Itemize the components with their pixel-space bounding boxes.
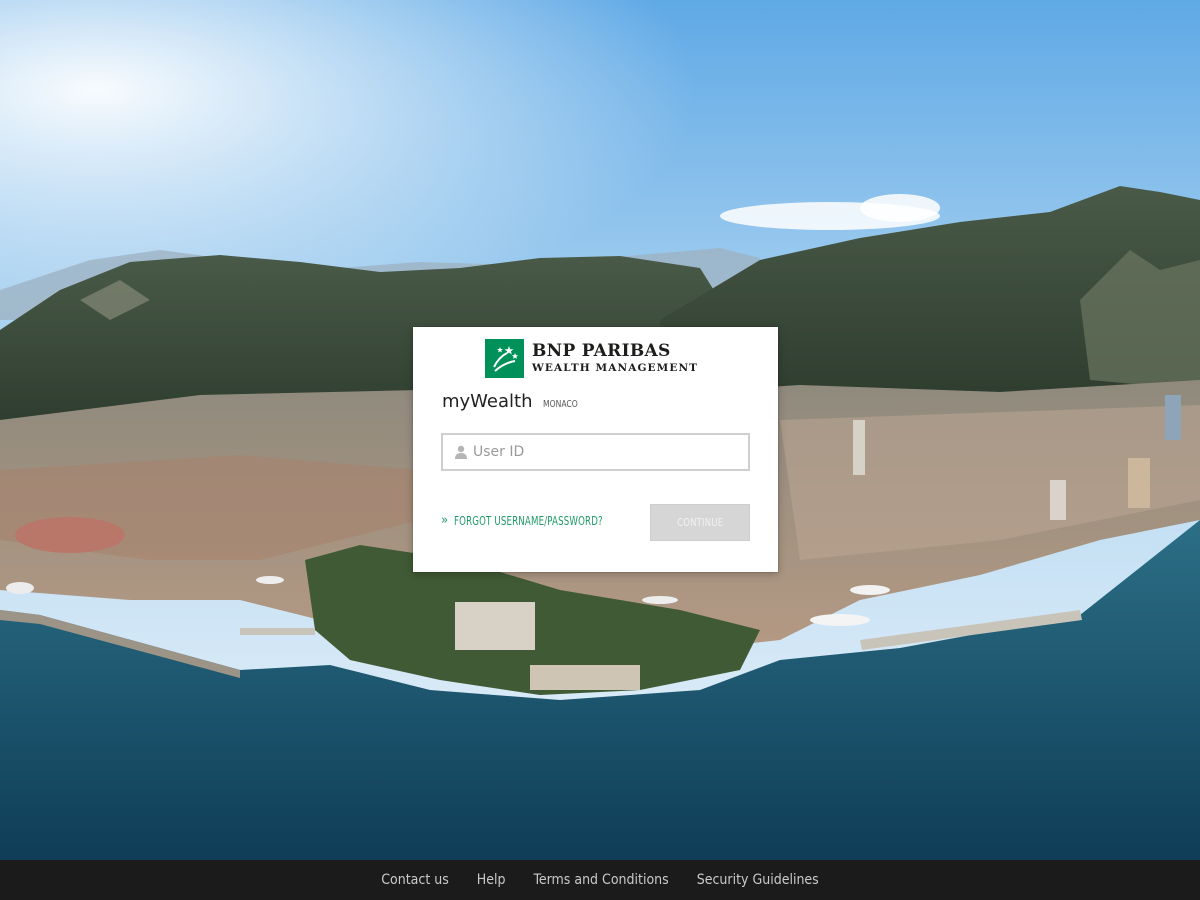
footer: Contact us Help Terms and Conditions Sec… [0, 860, 1200, 900]
footer-link-help[interactable]: Help [477, 872, 506, 888]
login-card: BNP PARIBAS WEALTH MANAGEMENT myWealth M… [413, 327, 778, 572]
forgot-link-label: FORGOT USERNAME/PASSWORD? [454, 513, 604, 528]
app-title: myWealth MONACO [442, 391, 583, 412]
logo-text: BNP PARIBAS WEALTH MANAGEMENT [532, 340, 699, 374]
bnp-paribas-logo: BNP PARIBAS WEALTH MANAGEMENT [485, 338, 698, 378]
footer-link-security-guidelines[interactable]: Security Guidelines [697, 872, 819, 888]
userid-field[interactable] [441, 433, 750, 471]
page: BNP PARIBAS WEALTH MANAGEMENT myWealth M… [0, 0, 1200, 900]
continue-button-label: CONTINUE [676, 516, 724, 529]
user-icon [455, 445, 467, 459]
app-name: myWealth [442, 391, 533, 412]
app-region: MONACO [542, 399, 578, 410]
forgot-username-password-link[interactable]: » FORGOT USERNAME/PASSWORD? [441, 513, 640, 528]
userid-input[interactable] [473, 437, 748, 467]
double-chevron-right-icon: » [441, 513, 449, 528]
continue-button[interactable]: CONTINUE [650, 504, 750, 541]
footer-link-terms-and-conditions[interactable]: Terms and Conditions [534, 872, 669, 888]
brand-name: BNP PARIBAS [532, 340, 671, 361]
footer-link-contact-us[interactable]: Contact us [381, 872, 449, 888]
brand-subtitle: WEALTH MANAGEMENT [532, 361, 699, 374]
bnp-stars-logo-icon [485, 338, 524, 378]
